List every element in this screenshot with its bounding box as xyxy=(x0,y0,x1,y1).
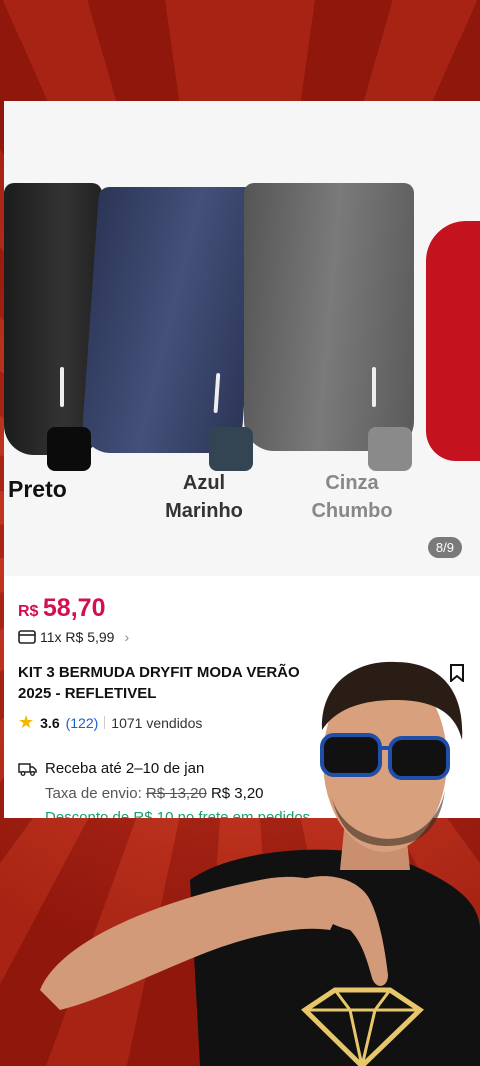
image-pager-badge: 8/9 xyxy=(427,537,462,558)
reflective-stripe xyxy=(372,367,376,407)
price-value: 58,70 xyxy=(42,594,106,622)
sold-count: 1071 vendidos xyxy=(111,714,203,731)
installments-text: 11x R$ 5,99 xyxy=(40,629,115,645)
product-card: Preto Azul Marinho Cinza Chumbo 8/9 R$ 5… xyxy=(4,101,480,818)
rating-score: 3.6 xyxy=(40,714,60,731)
divider xyxy=(104,716,106,729)
product-info: R$ 58,70 11x R$ 5,99 › KIT 3 BERMUDA DRY… xyxy=(4,576,480,818)
star-icon: ★ xyxy=(18,712,35,732)
grey-shorts-image xyxy=(244,183,414,451)
color-swatch-navy xyxy=(209,427,253,471)
truck-icon xyxy=(18,762,37,776)
color-label-navy: Azul Marinho xyxy=(165,472,243,522)
reflective-stripe xyxy=(60,367,64,407)
bookmark-icon[interactable] xyxy=(450,664,464,682)
shipping-fee: Taxa de envio: R$ 13,20 R$ 3,20 xyxy=(45,785,264,802)
card-icon xyxy=(18,630,36,644)
shipping-old-price: R$ 13,20 xyxy=(145,785,207,802)
color-swatch-black xyxy=(47,427,91,471)
color-label-grey: Cinza Chumbo xyxy=(311,472,393,522)
navy-shorts-image xyxy=(80,187,260,453)
color-label-black: Preto xyxy=(8,476,67,502)
color-swatch-grey xyxy=(368,427,412,471)
shipping-label: Taxa de envio: xyxy=(45,785,142,802)
installments-row[interactable]: 11x R$ 5,99 › xyxy=(18,629,129,645)
red-shorts-image xyxy=(426,221,480,461)
product-title: KIT 3 BERMUDA DRYFIT MODA VERÃO 2025 - R… xyxy=(18,664,300,702)
chevron-right-icon: › xyxy=(124,629,130,645)
product-image[interactable]: Preto Azul Marinho Cinza Chumbo 8/9 xyxy=(4,101,480,576)
shipping-promo: Desconto de R$ 10 no frete em pedidos xyxy=(45,809,311,818)
delivery-text: Receba até 2–10 de jan xyxy=(45,760,205,777)
rating-row[interactable]: ★ 3.6 (122) 1071 vendidos xyxy=(18,712,202,733)
shipping-new-price: R$ 3,20 xyxy=(210,785,264,802)
price-currency: R$ xyxy=(18,603,39,620)
delivery-row[interactable]: Receba até 2–10 de jan xyxy=(18,760,204,777)
reflective-stripe xyxy=(213,373,221,413)
review-count[interactable]: (122) xyxy=(66,715,99,731)
price: R$ 58,70 xyxy=(18,594,105,623)
